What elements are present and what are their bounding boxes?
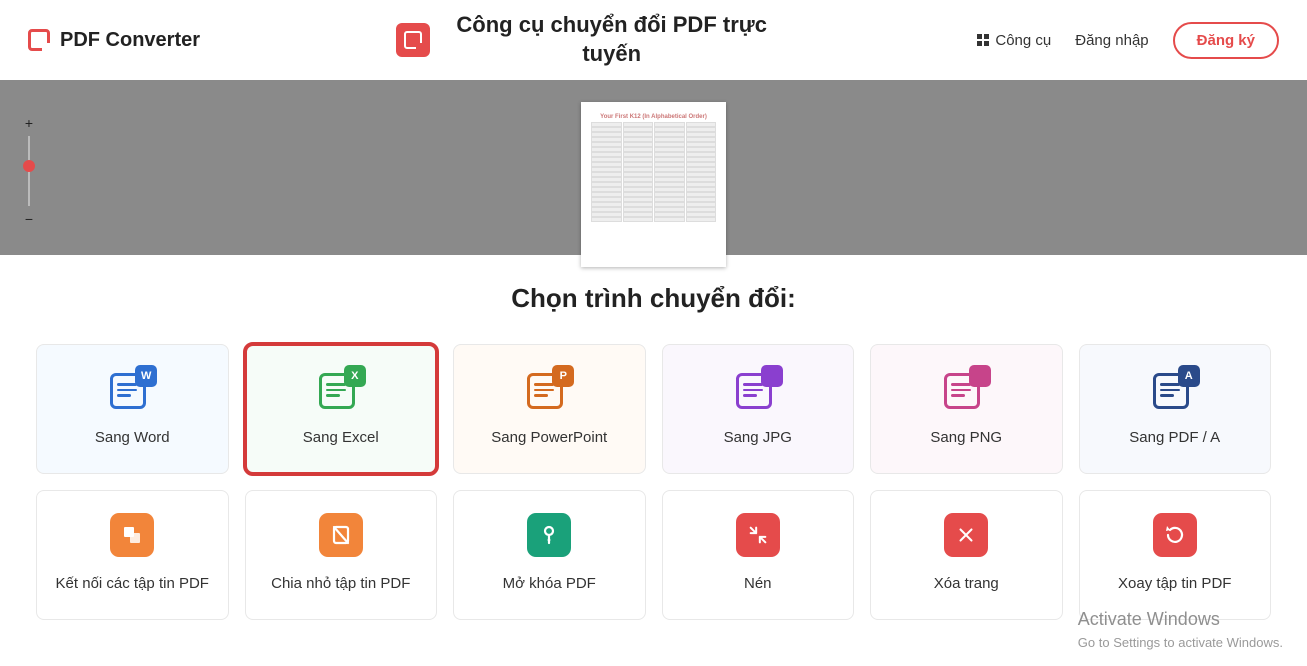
document-icon: W (110, 367, 154, 411)
card-label: Sang JPG (724, 429, 792, 446)
converter-card-navy[interactable]: A Sang PDF / A (1079, 344, 1272, 474)
action-card-split[interactable]: Chia nhỏ tập tin PDF (245, 490, 438, 620)
app-badge-icon (396, 23, 430, 57)
converter-card-orange[interactable]: P Sang PowerPoint (453, 344, 646, 474)
section-title: Chọn trình chuyển đổi: (0, 283, 1307, 314)
unlock-icon (527, 513, 571, 557)
document-icon: P (527, 367, 571, 411)
action-card-rotate[interactable]: Xoay tập tin PDF (1079, 490, 1272, 620)
converter-card-purple[interactable]: Sang JPG (662, 344, 855, 474)
card-label: Mở khóa PDF (503, 575, 596, 592)
converter-card-blue[interactable]: W Sang Word (36, 344, 229, 474)
document-icon (736, 367, 780, 411)
zoom-in-button[interactable]: + (22, 116, 36, 130)
card-label: Xóa trang (934, 575, 999, 592)
converter-card-pink[interactable]: Sang PNG (870, 344, 1063, 474)
page-title-group: Công cụ chuyển đổi PDF trực tuyến (200, 11, 977, 68)
tools-grid: W Sang Word X Sang Excel P Sang PowerPoint San… (0, 344, 1307, 640)
rotate-icon (1153, 513, 1197, 557)
zoom-slider[interactable] (28, 136, 30, 206)
compress-icon (736, 513, 780, 557)
card-label: Nén (744, 575, 772, 592)
card-label: Kết nối các tập tin PDF (56, 575, 209, 592)
action-card-merge[interactable]: Kết nối các tập tin PDF (36, 490, 229, 620)
action-card-compress[interactable]: Nén (662, 490, 855, 620)
document-icon (944, 367, 988, 411)
zoom-control: + − (22, 116, 36, 226)
grid-icon (977, 34, 989, 46)
converter-card-green[interactable]: X Sang Excel (245, 344, 438, 474)
card-label: Sang Excel (303, 429, 379, 446)
signup-button[interactable]: Đăng ký (1173, 22, 1279, 59)
card-label: Sang Word (95, 429, 170, 446)
card-label: Xoay tập tin PDF (1118, 575, 1231, 592)
document-icon: A (1153, 367, 1197, 411)
doc-thumb-heading: Your First K12 (In Alphabetical Order) (591, 114, 716, 120)
page-title: Công cụ chuyển đổi PDF trực tuyến (442, 11, 782, 68)
action-card-delete[interactable]: Xóa trang (870, 490, 1063, 620)
nav: Công cụ Đăng nhập Đăng ký (977, 22, 1279, 59)
card-label: Sang PNG (930, 429, 1002, 446)
card-label: Sang PowerPoint (491, 429, 607, 446)
zoom-out-button[interactable]: − (22, 212, 36, 226)
brand-text: PDF Converter (60, 29, 200, 52)
document-preview: + − Your First K12 (In Alphabetical Orde… (0, 80, 1307, 255)
document-icon: X (319, 367, 363, 411)
card-label: Chia nhỏ tập tin PDF (271, 575, 410, 592)
card-label: Sang PDF / A (1129, 429, 1220, 446)
brand-icon (28, 29, 50, 51)
nav-tools-label: Công cụ (995, 32, 1051, 49)
header: PDF Converter Công cụ chuyển đổi PDF trự… (0, 0, 1307, 80)
document-thumbnail[interactable]: Your First K12 (In Alphabetical Order) (581, 102, 726, 267)
split-icon (319, 513, 363, 557)
action-card-unlock[interactable]: Mở khóa PDF (453, 490, 646, 620)
nav-tools[interactable]: Công cụ (977, 32, 1051, 49)
delete-icon (944, 513, 988, 557)
brand[interactable]: PDF Converter (28, 29, 200, 52)
nav-login[interactable]: Đăng nhập (1075, 32, 1148, 49)
merge-icon (110, 513, 154, 557)
zoom-handle[interactable] (23, 160, 35, 172)
